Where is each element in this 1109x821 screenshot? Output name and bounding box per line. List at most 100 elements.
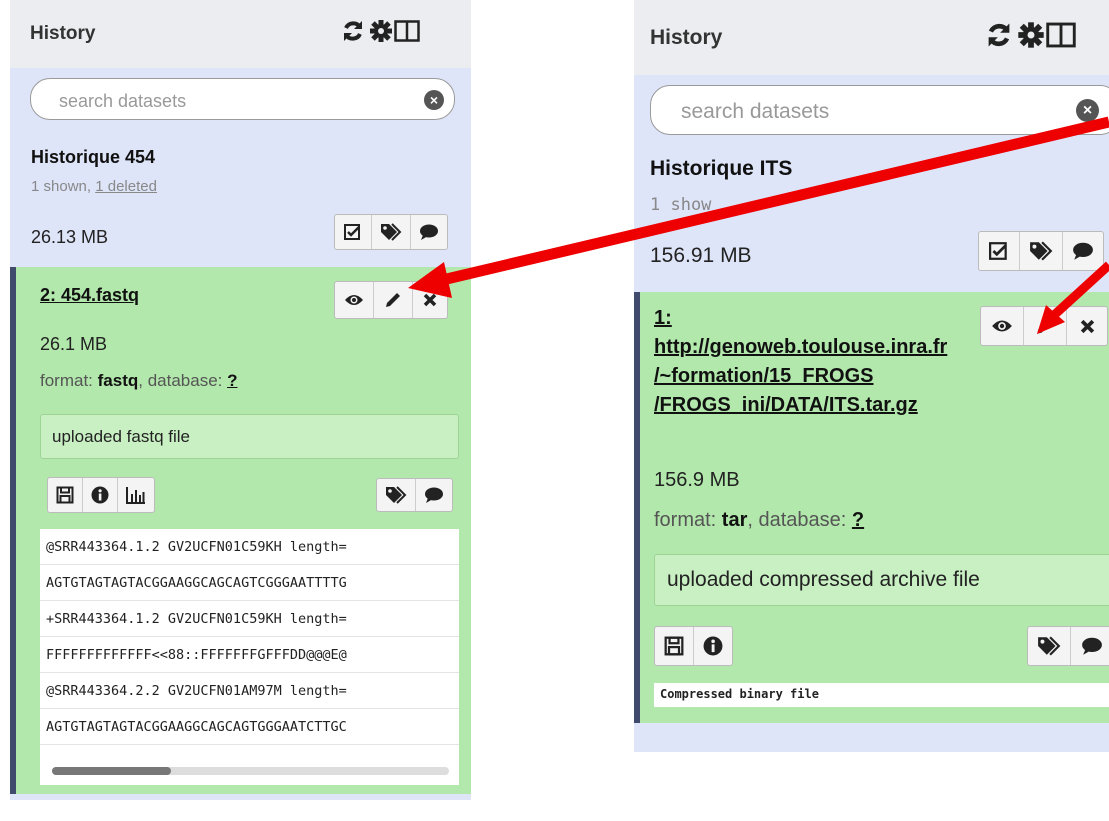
peek-line: FFFFFFFFFFFFF<<88::FFFFFFFGFFFDD@@@E@ — [40, 637, 459, 673]
info-icon — [703, 636, 723, 656]
refresh-icon[interactable] — [340, 18, 366, 44]
dataset-title-line: 1: — [654, 307, 672, 329]
dataset-info: uploaded compressed archive file — [654, 554, 1109, 606]
delete-button[interactable] — [1066, 307, 1107, 345]
comment-icon — [1081, 637, 1103, 655]
download-button[interactable] — [655, 627, 693, 665]
eye-icon — [991, 318, 1013, 334]
clear-search-icon[interactable]: × — [424, 90, 444, 110]
edit-button[interactable] — [1023, 307, 1066, 345]
search-input[interactable] — [57, 90, 379, 113]
history-name: Historique ITS — [650, 157, 793, 180]
tags-button[interactable] — [1019, 232, 1062, 270]
select-items-button[interactable] — [979, 232, 1019, 270]
edit-button[interactable] — [373, 282, 412, 318]
close-icon — [1080, 319, 1095, 334]
dataset-title-line: http://genoweb.toulouse.inra.fr — [654, 336, 948, 358]
tags-icon — [1037, 636, 1061, 656]
delete-button[interactable] — [412, 282, 447, 318]
database-link[interactable]: ? — [852, 509, 864, 531]
history-header: History — [634, 0, 1109, 75]
annotation-button[interactable] — [410, 215, 447, 249]
refresh-icon[interactable] — [984, 20, 1014, 50]
history-size: 156.91 MB — [650, 244, 752, 267]
dataset-title[interactable]: 2: 454.fastq — [40, 285, 139, 306]
save-icon — [664, 636, 684, 656]
history-actions — [978, 231, 1104, 271]
peek-line: +SRR443364.1.2 GV2UCFN01C59KH length= — [40, 601, 459, 637]
gear-icon[interactable] — [1016, 20, 1046, 50]
view-button[interactable] — [335, 282, 373, 318]
comment-icon — [1072, 242, 1094, 260]
peek-line: AGTGTAGTAGTACGGAAGGCAGCAGTCGGGAATTTTG — [40, 565, 459, 601]
dataset-secondary-actions — [376, 478, 453, 512]
annotation-button[interactable] — [1062, 232, 1103, 270]
dataset-actions — [334, 281, 448, 319]
dataset-secondary-actions — [1027, 626, 1109, 666]
tags-icon — [380, 223, 402, 241]
dataset-size: 156.9 MB — [654, 469, 740, 491]
dataset-annotation-button[interactable] — [1070, 627, 1109, 665]
checkbox-icon — [344, 224, 362, 240]
dataset-item: 2: 454.fastq 26.1 MB format: fastq, data… — [10, 267, 471, 794]
dataset-actions — [980, 306, 1108, 346]
peek-line: AGTGTAGTAGTACGGAAGGCAGCAGTGGGAATCTTGC — [40, 709, 459, 745]
tags-icon — [1029, 241, 1053, 261]
history-shown-count: 1 shown, 1 deleted — [31, 178, 157, 195]
tags-button[interactable] — [371, 215, 410, 249]
dataset-title[interactable]: 1: http://genoweb.toulouse.inra.fr /~for… — [654, 304, 947, 420]
dataset-title-line: /~formation/15_FROGS — [654, 365, 874, 387]
save-icon — [56, 486, 74, 504]
history-title: History — [650, 26, 723, 49]
dataset-info: uploaded fastq file — [40, 414, 459, 459]
dataset-peek[interactable]: @SRR443364.1.2 GV2UCFN01C59KH length= AG… — [40, 529, 459, 785]
bar-chart-icon — [126, 486, 146, 504]
details-button[interactable] — [693, 627, 732, 665]
pencil-icon — [1035, 316, 1055, 336]
clear-search-icon[interactable]: × — [1076, 99, 1099, 122]
tags-icon — [385, 486, 407, 504]
dataset-item: 1: http://genoweb.toulouse.inra.fr /~for… — [634, 292, 1109, 723]
search-field[interactable]: × — [30, 78, 455, 120]
select-items-button[interactable] — [335, 215, 371, 249]
view-button[interactable] — [981, 307, 1023, 345]
history-shown-count: 1 show — [650, 195, 712, 215]
dataset-primary-actions — [654, 626, 733, 666]
dataset-title-line: /FROGS_ini/DATA/ITS.tar.gz — [654, 394, 918, 416]
columns-icon[interactable] — [394, 20, 420, 42]
history-panel-left: History × Historique 454 1 shown, 1 dele… — [10, 0, 471, 800]
checkbox-icon — [989, 242, 1009, 260]
details-button[interactable] — [82, 478, 117, 512]
peek-scrollbar[interactable] — [52, 767, 449, 775]
history-title: History — [30, 23, 96, 44]
close-icon — [423, 293, 437, 307]
peek-line: @SRR443364.2.2 GV2UCFN01AM97M length= — [40, 673, 459, 709]
pencil-icon — [384, 291, 402, 309]
peek-line: @SRR443364.1.2 GV2UCFN01C59KH length= — [40, 529, 459, 565]
dataset-tags-button[interactable] — [377, 479, 415, 511]
download-button[interactable] — [48, 478, 82, 512]
peek-scrollbar-thumb[interactable] — [52, 767, 172, 775]
history-panel-right: History × Historique ITS 1 show 156.91 M… — [634, 0, 1109, 752]
dataset-format: tar — [721, 509, 748, 531]
history-size: 26.13 MB — [31, 227, 109, 247]
comment-icon — [419, 224, 439, 240]
dataset-peek[interactable]: Compressed binary file — [654, 683, 1109, 707]
deleted-link[interactable]: 1 deleted — [95, 178, 157, 195]
history-actions — [334, 214, 448, 250]
dataset-format-line: format: tar, database: ? — [654, 509, 865, 531]
search-field[interactable]: × — [650, 85, 1109, 135]
visualize-button[interactable] — [117, 478, 154, 512]
dataset-size: 26.1 MB — [40, 334, 108, 354]
dataset-primary-actions — [47, 477, 155, 513]
columns-icon[interactable] — [1046, 22, 1076, 48]
history-header: History — [10, 0, 471, 68]
comment-icon — [424, 487, 444, 503]
database-link[interactable]: ? — [227, 371, 237, 390]
info-icon — [91, 486, 109, 504]
dataset-format: fastq — [97, 371, 139, 390]
search-input[interactable] — [679, 99, 1035, 125]
gear-icon[interactable] — [368, 18, 394, 44]
dataset-tags-button[interactable] — [1028, 627, 1070, 665]
dataset-annotation-button[interactable] — [415, 479, 452, 511]
